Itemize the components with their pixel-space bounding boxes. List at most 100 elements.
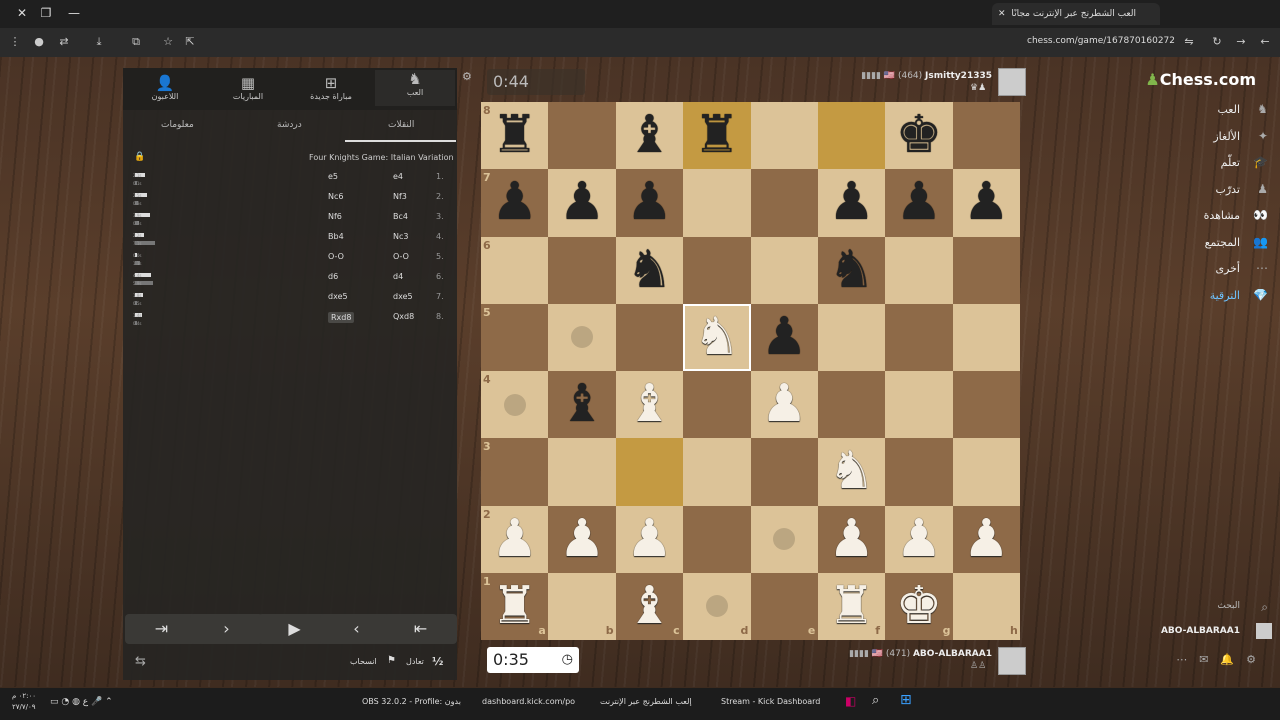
black-rook-icon[interactable]: ♜ — [683, 102, 750, 169]
square-h8[interactable] — [952, 102, 1021, 170]
reload-icon[interactable]: ↻ — [1208, 34, 1226, 50]
white-move[interactable]: d4 — [393, 272, 403, 281]
square-c5[interactable] — [615, 303, 684, 372]
taskbar-obs[interactable]: OBS 32.0.2 - Profile: بدون — [362, 697, 461, 706]
forward-icon[interactable]: → — [1232, 34, 1250, 50]
black-pawn-icon[interactable]: ♟ — [481, 169, 548, 236]
browser-tab[interactable]: ✕ العب الشطرنج عبر الإنترنت مجانًا — [992, 3, 1160, 25]
board-settings-icon[interactable]: ⚙ — [462, 70, 472, 83]
extensions-icon[interactable]: ⧉ — [127, 34, 145, 50]
prev-move-button[interactable]: ‹ — [320, 614, 393, 644]
draw-button[interactable]: تعادل — [406, 657, 424, 666]
white-move[interactable]: dxe5 — [393, 292, 413, 301]
url-text[interactable]: chess.com/game/167870160272 — [1027, 36, 1175, 46]
square-h4[interactable] — [952, 371, 1021, 439]
watch-icon[interactable]: 👀 — [1253, 208, 1268, 222]
tab-close-icon[interactable]: ✕ — [998, 3, 1006, 25]
square-e3[interactable] — [750, 438, 818, 506]
translate-icon[interactable]: ⇄ — [55, 34, 73, 50]
community-icon[interactable]: 👥 — [1253, 235, 1268, 249]
search-label[interactable]: البحث — [1217, 601, 1240, 611]
square-f8[interactable] — [817, 102, 886, 170]
subtab-chat[interactable]: دردشة — [277, 120, 302, 130]
last-move-button[interactable]: ⇥ — [125, 614, 198, 644]
square-g4[interactable] — [885, 371, 953, 439]
black-knight-icon[interactable]: ♞ — [818, 237, 885, 304]
square-d6[interactable] — [683, 236, 751, 304]
nav-item-3[interactable]: تدرّب — [1215, 183, 1240, 196]
white-pawn-icon[interactable]: ♟ — [616, 506, 683, 573]
square-e7[interactable] — [750, 169, 818, 237]
black-pawn-icon[interactable]: ♟ — [616, 169, 683, 236]
white-move[interactable]: Nf3 — [393, 192, 407, 201]
square-f4[interactable] — [817, 371, 886, 439]
square-f5[interactable] — [817, 303, 886, 372]
move-hint-dot[interactable] — [503, 393, 526, 416]
chess-logo[interactable]: ♟Chess.com — [1145, 70, 1256, 89]
tab-new-game[interactable]: ⊞ مباراة جديدة — [291, 74, 371, 101]
square-g5[interactable] — [885, 303, 953, 372]
square-b6[interactable] — [548, 236, 616, 304]
app-icon[interactable]: ◧ — [845, 694, 856, 708]
next-move-button[interactable]: › — [190, 614, 263, 644]
flip-board-icon[interactable]: ⇆ — [135, 654, 146, 669]
footer-icons[interactable]: ⋯✉🔔⚙ — [1176, 653, 1268, 666]
user-avatar[interactable] — [1256, 623, 1272, 639]
square-a3[interactable] — [481, 438, 549, 506]
square-g6[interactable] — [885, 236, 953, 304]
white-knight-icon[interactable]: ♞ — [818, 438, 885, 505]
download-icon[interactable]: ⤓ — [90, 34, 108, 50]
square-d3[interactable] — [683, 438, 751, 506]
top-player-name[interactable]: Jsmitty21335 — [925, 71, 992, 81]
square-c3[interactable] — [615, 438, 684, 506]
black-pawn-icon[interactable]: ♟ — [818, 169, 885, 236]
first-move-button[interactable]: ⇤ — [384, 614, 457, 644]
black-move[interactable]: dxe5 — [328, 292, 348, 301]
square-g3[interactable] — [885, 438, 953, 506]
black-pawn-icon[interactable]: ♟ — [751, 304, 818, 371]
puzzle-icon[interactable]: ✦ — [1258, 129, 1268, 143]
black-pawn-icon[interactable]: ♟ — [548, 169, 615, 236]
diamond-icon[interactable]: 💎 — [1253, 288, 1268, 302]
square-a5[interactable] — [481, 303, 549, 372]
taskbar-chess[interactable]: إلعب الشطرنج عبر الإنترنت — [600, 697, 692, 706]
tab-play[interactable]: ♞ العب — [375, 70, 455, 106]
nav-item-6[interactable]: أخرى — [1215, 262, 1240, 275]
nav-item-1[interactable]: الألغاز — [1213, 130, 1240, 143]
windows-start-icon[interactable]: ⊞ — [900, 692, 912, 708]
black-move[interactable]: O-O — [328, 252, 344, 261]
nav-item-2[interactable]: تعلّم — [1221, 156, 1240, 169]
white-move[interactable]: Nc3 — [393, 232, 408, 241]
tab-players[interactable]: 👤 اللاعبون — [125, 74, 205, 101]
play-icon[interactable]: ♞ — [1257, 102, 1268, 116]
search-taskbar-icon[interactable]: ⌕ — [872, 693, 879, 708]
white-pawn-icon[interactable]: ♟ — [751, 371, 818, 438]
black-bishop-icon[interactable]: ♝ — [548, 371, 615, 438]
black-pawn-icon[interactable]: ♟ — [885, 169, 952, 236]
subtab-moves[interactable]: النقلات — [388, 120, 414, 130]
white-move[interactable]: O-O — [393, 252, 409, 261]
bottom-player-info[interactable]: ▮▮▮▮ 🇺🇸 (471) ABO-ALBARAA1 — [849, 649, 992, 659]
search-icon[interactable]: ⌕ — [1261, 600, 1268, 615]
taskbar-kick-dashboard[interactable]: dashboard.kick.com/po — [482, 697, 575, 706]
black-pawn-icon[interactable]: ♟ — [953, 169, 1020, 236]
menu-icon[interactable]: ⋮ — [6, 34, 24, 50]
square-h6[interactable] — [952, 236, 1021, 304]
chess-board[interactable]: ♜ ♝ ♜ ♚ ♟ ♟ ♟ ♟ ♟ ♟ ♞ ♞ ♞ ♟ ♝ ♝ ♟ ♞ ♟ ♟ ♟ ♟ ♟ ♟ ♜ ♝ ♜ ♚ 8 7 6 5 4 3 2 1 a b c d… — [481, 102, 1021, 641]
more-icon[interactable]: ⋯ — [1256, 261, 1268, 275]
learn-icon[interactable]: 🎓 — [1253, 155, 1268, 169]
minimize-button[interactable]: — — [62, 4, 86, 22]
square-h3[interactable] — [952, 438, 1021, 506]
bottom-player-name[interactable]: ABO-ALBARAA1 — [913, 649, 992, 659]
top-player-info[interactable]: ▮▮▮▮ 🇺🇸 (464) Jsmitty21335 — [861, 71, 992, 81]
white-move[interactable]: Qxd8 — [393, 312, 414, 321]
taskbar-stream[interactable]: Stream - Kick Dashboard — [721, 697, 820, 706]
black-move[interactable]: Bb4 — [328, 232, 344, 241]
black-move[interactable]: e5 — [328, 172, 338, 181]
square-e8[interactable] — [750, 102, 818, 170]
white-pawn-icon[interactable]: ♟ — [818, 506, 885, 573]
white-bishop-icon[interactable]: ♝ — [616, 371, 683, 438]
black-bishop-icon[interactable]: ♝ — [616, 102, 683, 169]
square-h5[interactable] — [952, 303, 1021, 372]
white-pawn-icon[interactable]: ♟ — [481, 506, 548, 573]
